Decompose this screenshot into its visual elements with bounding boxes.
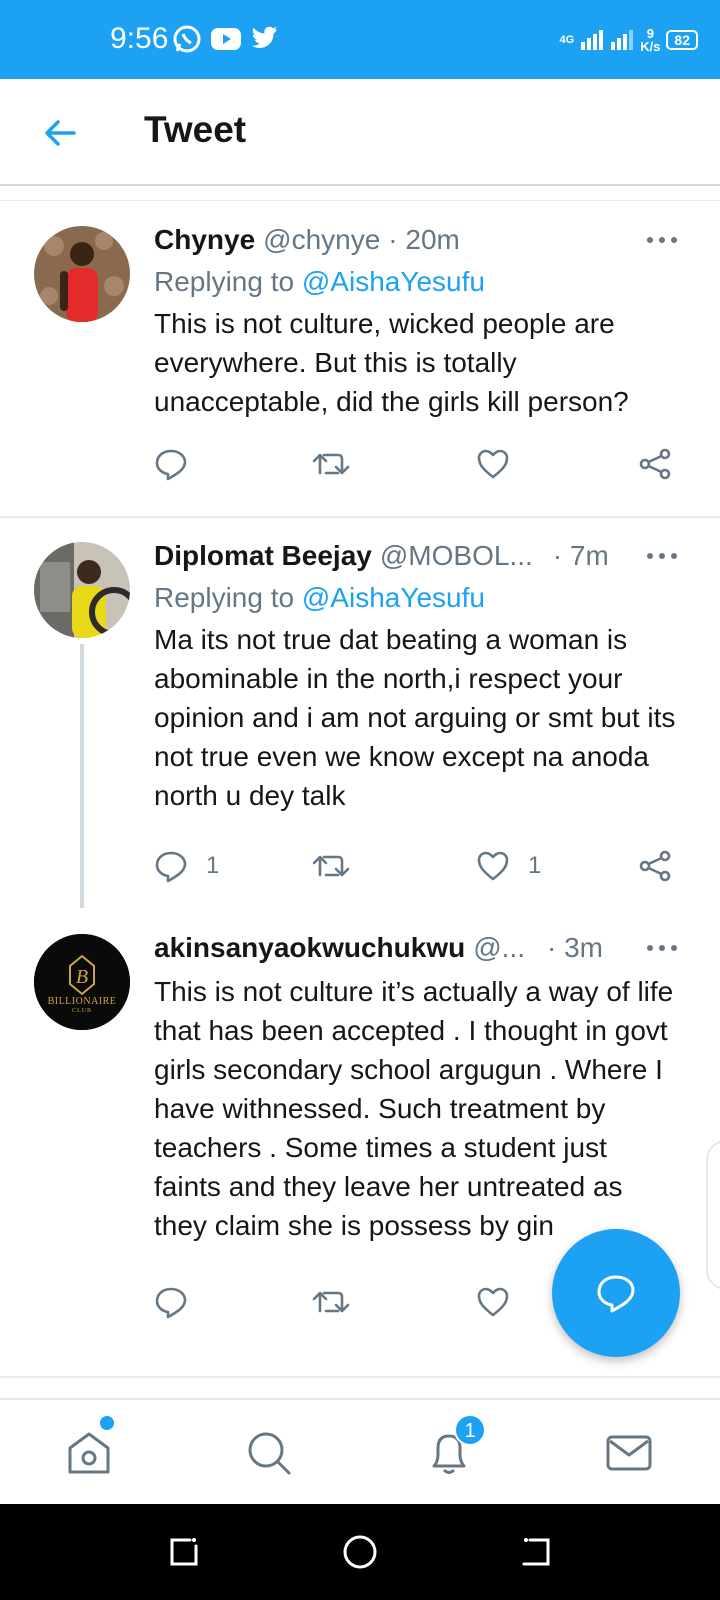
status-time: 9:56 bbox=[110, 22, 169, 55]
heart-icon bbox=[477, 851, 509, 881]
tweet-time: · 7m bbox=[552, 540, 609, 571]
tweet-header: Chynye @chynye · 20m bbox=[154, 222, 680, 258]
youtube-icon bbox=[210, 27, 242, 56]
user-handle: @MOBOL... bbox=[379, 540, 533, 571]
home-icon bbox=[68, 1432, 110, 1474]
mention-link[interactable]: @AishaYesufu bbox=[302, 582, 485, 613]
reply-icon bbox=[155, 851, 187, 883]
home-unread-dot bbox=[100, 1416, 114, 1430]
notifications-badge: 1 bbox=[454, 1414, 486, 1446]
like-button[interactable] bbox=[476, 444, 528, 484]
signal-icon bbox=[580, 28, 604, 53]
divider bbox=[0, 200, 720, 201]
like-button[interactable] bbox=[476, 1282, 528, 1322]
app-bar: Tweet bbox=[0, 79, 720, 186]
bottom-navigation bbox=[0, 1398, 720, 1504]
display-name[interactable]: akinsanyaokwuchukwu bbox=[154, 930, 465, 966]
system-navigation-bar bbox=[0, 1504, 720, 1600]
reply-button[interactable] bbox=[154, 1282, 206, 1322]
search-icon bbox=[248, 1432, 291, 1475]
user-handle: @... bbox=[473, 932, 525, 963]
retweet-button[interactable] bbox=[312, 1282, 368, 1322]
tweet-actions: 1 1 bbox=[154, 846, 684, 886]
tweet-item[interactable]: Diplomat Beejay @MOBOL... · 7m Replying … bbox=[0, 538, 720, 908]
status-right: 4G 9 K/s 82 bbox=[559, 22, 698, 58]
replying-to: Replying to @AishaYesufu bbox=[154, 578, 680, 618]
nav-home[interactable] bbox=[54, 1418, 124, 1488]
thread-line bbox=[80, 644, 84, 908]
user-handle: @chynye bbox=[263, 224, 381, 255]
network-type: 4G bbox=[559, 34, 575, 46]
divider bbox=[0, 1376, 720, 1378]
reply-button[interactable] bbox=[154, 444, 206, 484]
avatar-logo-text: BILLIONAIRE bbox=[47, 996, 117, 1007]
reply-button[interactable]: 1 bbox=[154, 846, 219, 886]
tweet-actions bbox=[154, 444, 684, 484]
twitter-icon bbox=[250, 26, 278, 55]
retweet-icon bbox=[312, 855, 350, 877]
avatar[interactable]: B BILLIONAIRE CLUB bbox=[34, 934, 130, 1030]
mail-icon bbox=[606, 1435, 652, 1471]
nav-messages[interactable] bbox=[594, 1418, 664, 1488]
more-options-icon[interactable] bbox=[644, 538, 680, 574]
share-icon bbox=[639, 850, 671, 882]
tweet-text: This is not culture, wicked people are e… bbox=[154, 308, 629, 417]
share-button[interactable] bbox=[638, 444, 672, 484]
divider bbox=[0, 516, 720, 518]
like-button[interactable]: 1 bbox=[476, 846, 541, 886]
speed-unit: K/s bbox=[640, 39, 661, 54]
replying-prefix: Replying to bbox=[154, 582, 302, 613]
reply-icon bbox=[155, 449, 187, 481]
avatar[interactable] bbox=[34, 542, 130, 638]
replying-to: Replying to @AishaYesufu bbox=[154, 262, 680, 302]
display-name[interactable]: Chynye bbox=[154, 222, 255, 258]
more-options-icon[interactable] bbox=[644, 222, 680, 258]
signal-icon-2 bbox=[610, 28, 634, 53]
back-arrow-icon[interactable] bbox=[40, 113, 80, 153]
reply-icon bbox=[155, 1287, 187, 1319]
edge-panel-handle[interactable] bbox=[706, 1140, 720, 1290]
svg-text:B: B bbox=[76, 966, 88, 988]
compose-reply-button[interactable] bbox=[552, 1229, 680, 1357]
tweet-header: Diplomat Beejay @MOBOL... · 7m bbox=[154, 538, 680, 574]
home-button-icon[interactable] bbox=[340, 1532, 380, 1572]
mention-link[interactable]: @AishaYesufu bbox=[302, 266, 485, 297]
retweet-icon bbox=[312, 453, 350, 475]
retweet-button[interactable] bbox=[312, 444, 368, 484]
tweet-time: · 3m bbox=[546, 932, 603, 963]
network-speed: 9 K/s bbox=[640, 27, 660, 53]
page-title: Tweet bbox=[144, 109, 247, 150]
replying-prefix: Replying to bbox=[154, 266, 302, 297]
battery-level: 82 bbox=[674, 32, 690, 48]
reply-icon bbox=[597, 1275, 635, 1313]
recent-apps-icon[interactable] bbox=[164, 1532, 204, 1572]
retweet-icon bbox=[312, 1291, 350, 1313]
back-button-icon[interactable] bbox=[516, 1532, 556, 1572]
heart-icon bbox=[477, 449, 509, 479]
avatar-logo-subtext: CLUB bbox=[71, 1008, 92, 1014]
tweet-header: akinsanyaokwuchukwu @... · 3m bbox=[154, 930, 680, 966]
whatsapp-icon bbox=[172, 24, 202, 59]
tweet-item[interactable]: Chynye @chynye · 20m Replying to @AishaY… bbox=[0, 222, 720, 516]
heart-icon bbox=[477, 1287, 509, 1317]
display-name[interactable]: Diplomat Beejay bbox=[154, 538, 372, 574]
avatar[interactable] bbox=[34, 226, 130, 322]
more-options-icon[interactable] bbox=[644, 930, 680, 966]
retweet-button[interactable] bbox=[312, 846, 368, 886]
share-icon bbox=[639, 448, 671, 480]
like-count: 1 bbox=[528, 852, 542, 879]
battery-indicator: 82 bbox=[666, 30, 698, 50]
status-bar: 9:56 4G 9 K/s 82 bbox=[0, 0, 720, 79]
tweet-text: Ma its not true dat beating a woman is a… bbox=[154, 624, 676, 811]
reply-count: 1 bbox=[206, 852, 220, 879]
share-button[interactable] bbox=[638, 846, 672, 886]
tweet-text: This is not culture it’s actually a way … bbox=[154, 976, 674, 1241]
tweet-time: · 20m bbox=[388, 224, 460, 255]
nav-search[interactable] bbox=[234, 1418, 304, 1488]
